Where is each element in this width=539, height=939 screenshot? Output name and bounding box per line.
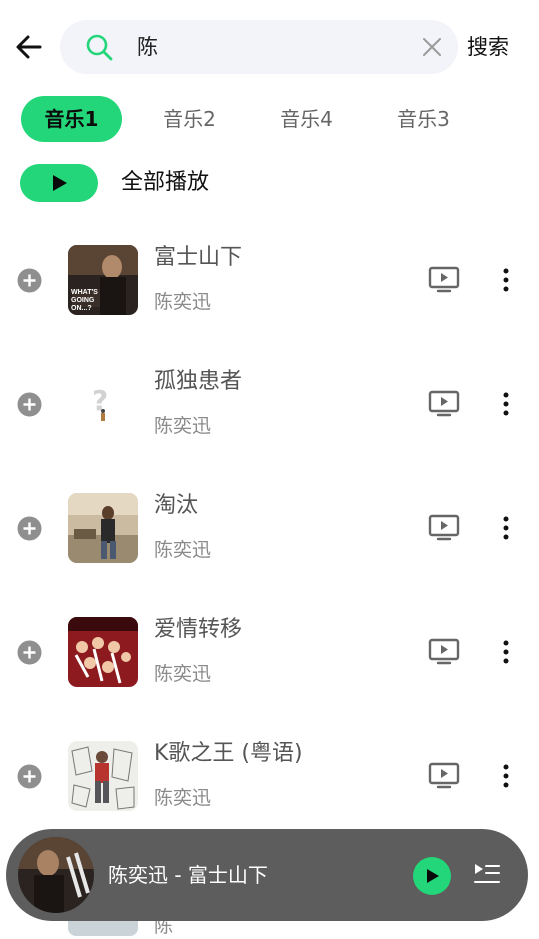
add-circle-icon[interactable]	[17, 516, 42, 541]
play-all-button[interactable]	[20, 164, 98, 202]
more-vertical-icon[interactable]	[496, 762, 516, 790]
category-tabs: 音乐1 音乐2 音乐4 音乐3	[0, 96, 539, 142]
song-artist: 陈奕迅	[154, 291, 212, 313]
arrow-left-icon	[16, 35, 42, 59]
video-icon[interactable]	[428, 514, 460, 542]
song-artist: 陈奕迅	[154, 415, 212, 437]
add-circle-icon[interactable]	[17, 764, 42, 789]
play-button[interactable]	[413, 857, 451, 895]
more-vertical-icon[interactable]	[496, 638, 516, 666]
list-item[interactable]: WHAT'S GOING ON...? 富士山下 陈奕迅	[0, 218, 539, 342]
tab-music-4[interactable]: 音乐4	[256, 96, 357, 142]
album-cover	[68, 493, 138, 563]
video-icon[interactable]	[428, 762, 460, 790]
song-title: 富士山下	[154, 245, 243, 270]
list-item[interactable]: K歌之王 (粤语) 陈奕迅	[0, 714, 539, 838]
tab-music-3[interactable]: 音乐3	[373, 96, 474, 142]
cover-caption: WHAT'S GOING ON...?	[71, 289, 98, 312]
playlist-icon[interactable]	[473, 860, 501, 888]
search-button[interactable]: 搜索	[467, 32, 509, 62]
search-icon	[86, 34, 113, 61]
video-icon[interactable]	[428, 638, 460, 666]
list-item[interactable]: ? 孤独患者 陈奕迅	[0, 342, 539, 466]
search-box[interactable]: 陈	[60, 20, 458, 74]
tab-music-1[interactable]: 音乐1	[21, 96, 122, 142]
tab-music-2[interactable]: 音乐2	[139, 96, 240, 142]
play-icon	[53, 175, 67, 191]
song-title: K歌之王 (粤语)	[154, 741, 303, 766]
more-vertical-icon[interactable]	[496, 390, 516, 418]
video-icon[interactable]	[428, 266, 460, 294]
song-title: 孤独患者	[154, 369, 243, 394]
album-cover	[68, 741, 138, 811]
now-playing-cover	[18, 837, 94, 913]
song-title: 爱情转移	[154, 617, 243, 642]
add-circle-icon[interactable]	[17, 640, 42, 665]
album-cover	[68, 617, 138, 687]
play-icon	[427, 869, 439, 883]
now-playing-title[interactable]: 陈奕迅 - 富士山下	[108, 860, 268, 890]
more-vertical-icon[interactable]	[496, 266, 516, 294]
song-artist: 陈奕迅	[154, 663, 212, 685]
search-input[interactable]: 陈	[137, 32, 158, 62]
add-circle-icon[interactable]	[17, 392, 42, 417]
song-title: 淘汰	[154, 493, 199, 518]
song-artist: 陈奕迅	[154, 787, 212, 809]
song-artist: 陈奕迅	[154, 539, 212, 561]
album-cover: ?	[68, 369, 138, 439]
add-circle-icon[interactable]	[17, 268, 42, 293]
mini-player[interactable]: 陈奕迅 - 富士山下	[6, 829, 528, 921]
play-all-label[interactable]: 全部播放	[121, 168, 209, 198]
back-button[interactable]	[12, 30, 46, 64]
top-bar: 陈 搜索	[0, 0, 539, 95]
video-icon[interactable]	[428, 390, 460, 418]
close-icon[interactable]	[420, 35, 444, 59]
list-item[interactable]: 爱情转移 陈奕迅	[0, 590, 539, 714]
more-vertical-icon[interactable]	[496, 514, 516, 542]
list-item[interactable]: 淘汰 陈奕迅	[0, 466, 539, 590]
album-cover: WHAT'S GOING ON...?	[68, 245, 138, 315]
